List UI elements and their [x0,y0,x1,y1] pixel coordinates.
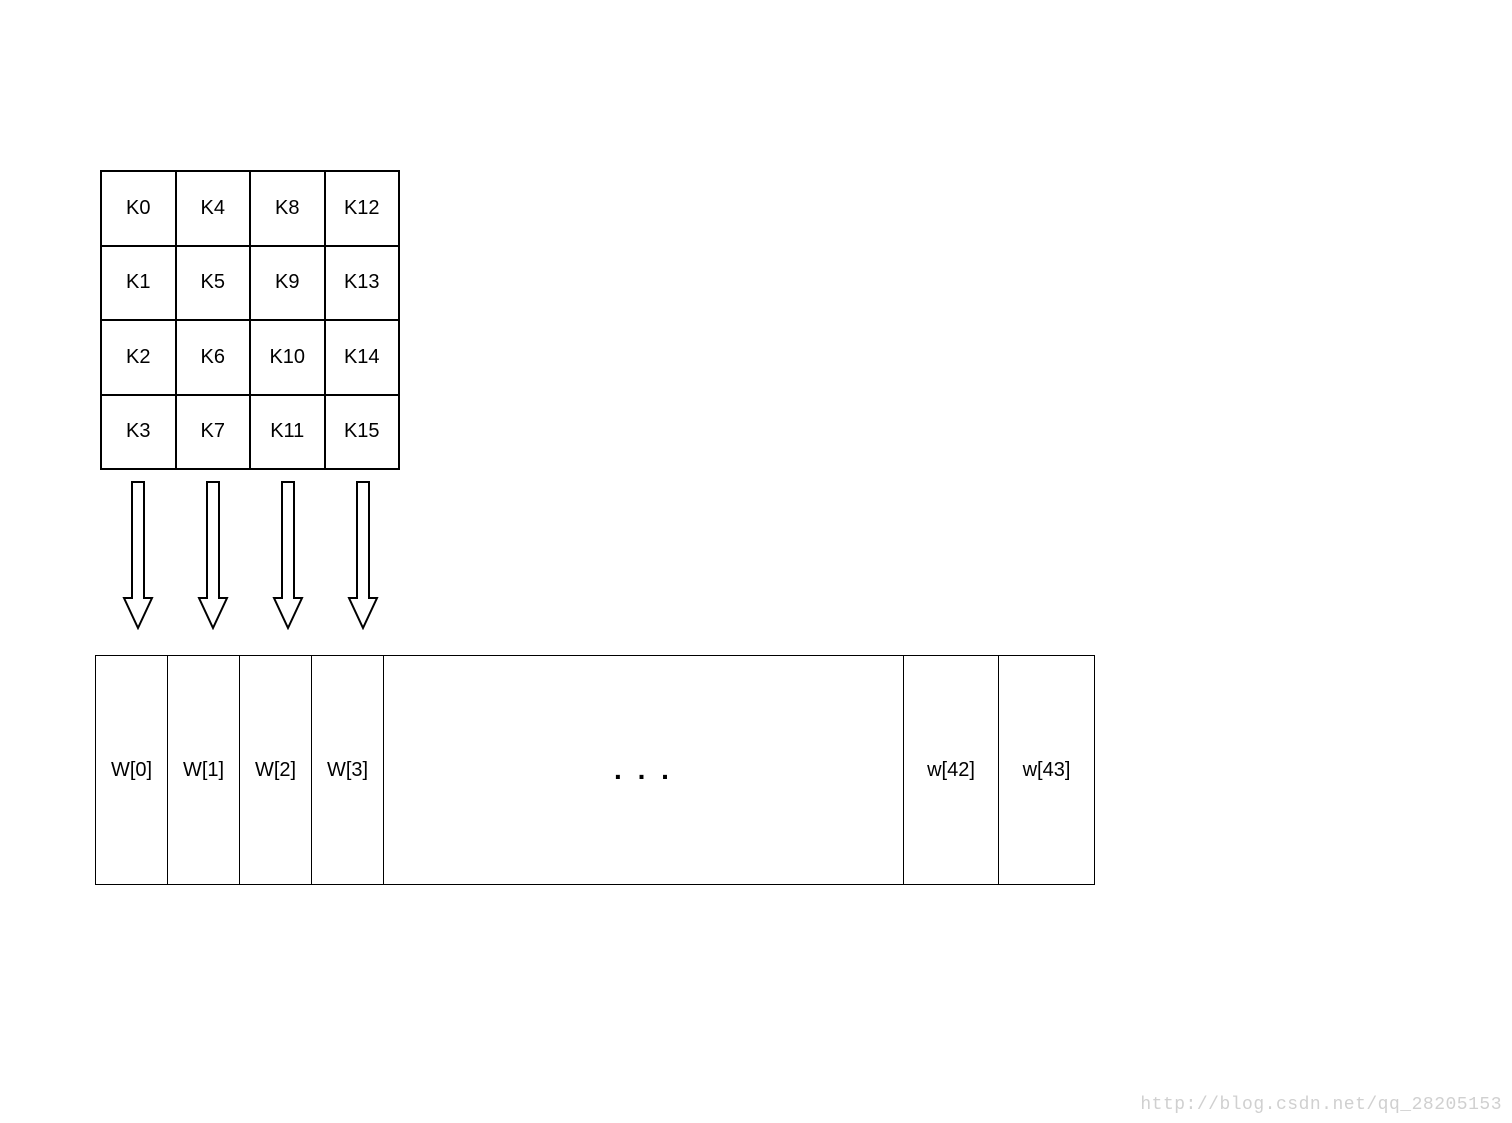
w-row: W[0] W[1] W[2] W[3] . . . w[42] w[43] [95,655,1095,885]
w-cell: W[0] [96,656,168,884]
w-cell: w[42] [904,656,999,884]
w-cell: w[43] [999,656,1094,884]
arrow-down-icon [195,480,231,630]
arrows-row [100,480,400,635]
w-ellipsis: . . . [384,656,904,884]
k-cell: K15 [325,395,400,470]
w-cell: W[1] [168,656,240,884]
k-cell: K5 [176,246,251,321]
k-cell: K1 [101,246,176,321]
k-cell: K11 [250,395,325,470]
k-cell: K0 [101,171,176,246]
k-cell: K8 [250,171,325,246]
w-cell: W[3] [312,656,384,884]
arrow-down-icon [270,480,306,630]
k-cell: K13 [325,246,400,321]
k-cell: K4 [176,171,251,246]
watermark-text: http://blog.csdn.net/qq_28205153 [1140,1095,1502,1115]
k-cell: K9 [250,246,325,321]
k-cell: K3 [101,395,176,470]
k-cell: K12 [325,171,400,246]
k-cell: K14 [325,320,400,395]
w-cell: W[2] [240,656,312,884]
arrow-down-icon [120,480,156,630]
arrow-down-icon [345,480,381,630]
k-cell: K7 [176,395,251,470]
k-cell: K10 [250,320,325,395]
k-grid: K0 K4 K8 K12 K1 K5 K9 K13 K2 K6 K10 K14 … [100,170,400,470]
k-cell: K2 [101,320,176,395]
k-cell: K6 [176,320,251,395]
